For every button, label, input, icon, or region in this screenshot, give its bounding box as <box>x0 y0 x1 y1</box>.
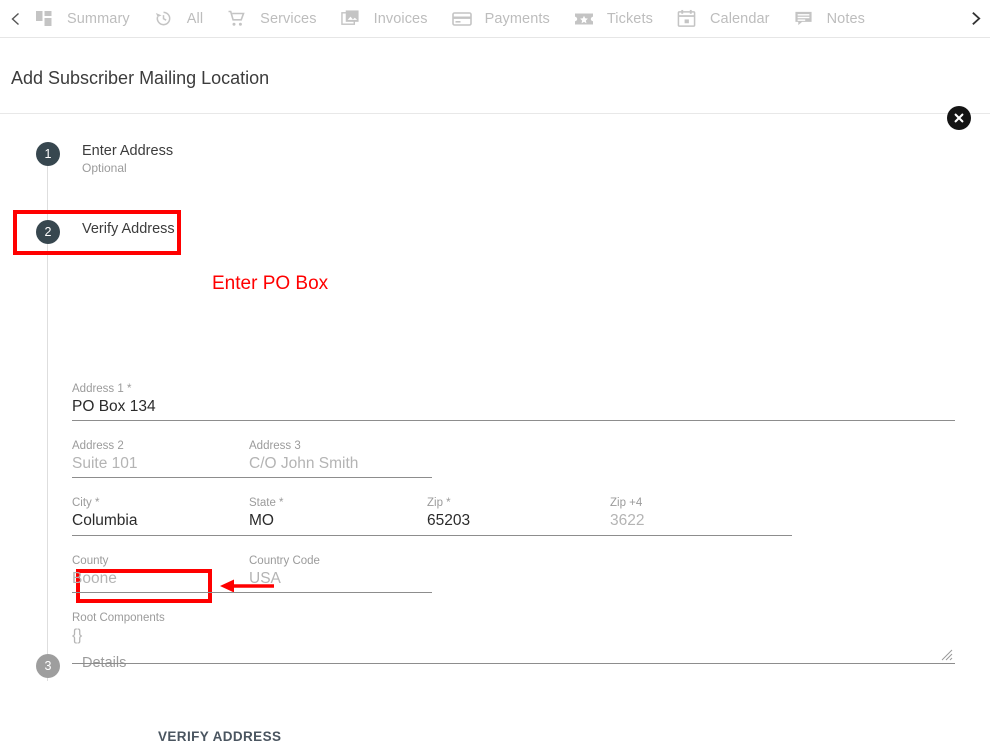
field-value: {} <box>72 627 83 644</box>
nav-item-label: Payments <box>484 10 550 27</box>
field-label: Address 3 <box>249 440 301 452</box>
shopping-cart-icon <box>226 8 248 30</box>
history-clock-icon <box>153 8 175 30</box>
field-placeholder: 3622 <box>610 512 645 529</box>
nav-item-calendar[interactable]: Calendar <box>676 0 770 37</box>
field-underline <box>72 477 432 478</box>
field-underline <box>72 535 792 536</box>
nav-item-services[interactable]: Services <box>226 0 316 37</box>
field-zip[interactable]: Zip * 65203 <box>427 496 470 532</box>
step-title: Verify Address <box>82 221 175 237</box>
nav-item-invoices[interactable]: Invoices <box>340 0 428 37</box>
top-navigation-bar: Summary All Services Invoices Payments T… <box>0 0 990 38</box>
nav-item-all[interactable]: All <box>153 0 203 37</box>
step-text-block: Verify Address <box>82 220 175 238</box>
chevron-left-icon <box>11 12 19 25</box>
nav-item-label: Services <box>260 10 317 27</box>
nav-item-label: Calendar <box>709 10 770 27</box>
close-icon <box>954 113 964 123</box>
field-value: 65203 <box>427 512 471 529</box>
field-address1[interactable]: Address 1 * PO Box 134 <box>72 382 156 418</box>
field-underline <box>72 663 955 664</box>
page-title: Add Subscriber Mailing Location <box>11 68 270 88</box>
step-number-badge: 2 <box>36 220 60 244</box>
field-address2[interactable]: Address 2 Suite 101 <box>72 439 138 475</box>
field-label: Address 1 * <box>72 383 132 395</box>
nav-item-label: Summary <box>67 10 130 27</box>
step-number-badge: 3 <box>36 654 60 678</box>
textarea-resize-grip[interactable] <box>941 649 953 661</box>
field-label: Zip * <box>427 497 451 509</box>
nav-item-summary[interactable]: Summary <box>33 0 130 37</box>
nav-item-label: Tickets <box>606 10 653 27</box>
field-state[interactable]: State * MO <box>249 496 284 532</box>
field-underline <box>72 592 432 593</box>
field-root-components[interactable]: Root Components {} <box>72 611 165 647</box>
field-value: MO <box>249 512 274 529</box>
field-zip-plus-four[interactable]: Zip +4 3622 <box>610 496 644 532</box>
field-address3[interactable]: Address 3 C/O John Smith <box>249 439 358 475</box>
dialog-header: Add Subscriber Mailing Location <box>0 38 990 130</box>
nav-item-payments[interactable]: Payments <box>451 0 550 37</box>
dashboard-grid-icon <box>33 8 55 30</box>
field-placeholder: Boone <box>72 570 117 587</box>
verify-address-button[interactable]: VERIFY ADDRESS <box>158 729 281 744</box>
step-number-badge: 1 <box>36 142 60 166</box>
ticket-star-icon <box>573 8 595 30</box>
field-label: Zip +4 <box>610 497 643 509</box>
step-header-details[interactable]: 3 Details <box>36 654 126 678</box>
field-label: Address 2 <box>72 440 124 452</box>
nav-item-label: Notes <box>826 10 865 27</box>
field-county[interactable]: County Boone <box>72 554 117 590</box>
comment-lines-icon <box>793 8 815 30</box>
nav-item-notes[interactable]: Notes <box>793 0 865 37</box>
field-placeholder: USA <box>249 570 281 587</box>
field-placeholder: Suite 101 <box>72 455 138 472</box>
field-value: PO Box 134 <box>72 398 156 415</box>
nav-item-label: All <box>186 10 204 27</box>
step-header-verify-address[interactable]: 2 Verify Address <box>36 220 175 244</box>
nav-item-list: Summary All Services Invoices Payments T… <box>33 0 888 37</box>
field-label: County <box>72 555 109 567</box>
step-title: Enter Address <box>82 143 174 159</box>
step-header-enter-address[interactable]: 1 Enter Address Optional <box>36 142 173 176</box>
photo-stack-icon <box>340 8 362 30</box>
field-label: Country Code <box>249 555 320 567</box>
credit-card-icon <box>451 8 473 30</box>
field-underline <box>72 420 955 421</box>
field-label: Root Components <box>72 612 165 624</box>
nav-scroll-right-button[interactable] <box>960 0 990 37</box>
nav-item-label: Invoices <box>373 10 428 27</box>
nav-item-tickets[interactable]: Tickets <box>573 0 653 37</box>
field-label: State * <box>249 497 284 509</box>
step-subtitle: Optional <box>82 161 127 175</box>
nav-scroll-left-button[interactable] <box>0 0 32 37</box>
field-value: Columbia <box>72 512 138 529</box>
field-label: City * <box>72 497 100 509</box>
field-city[interactable]: City * Columbia <box>72 496 137 532</box>
annotation-enter-po-box: Enter PO Box <box>212 273 329 294</box>
close-button[interactable] <box>947 106 971 130</box>
step-text-block: Enter Address Optional <box>82 142 173 176</box>
field-country-code[interactable]: Country Code USA <box>249 554 320 590</box>
calendar-icon <box>676 8 698 30</box>
field-placeholder: C/O John Smith <box>249 455 359 472</box>
chevron-right-icon <box>971 11 981 26</box>
